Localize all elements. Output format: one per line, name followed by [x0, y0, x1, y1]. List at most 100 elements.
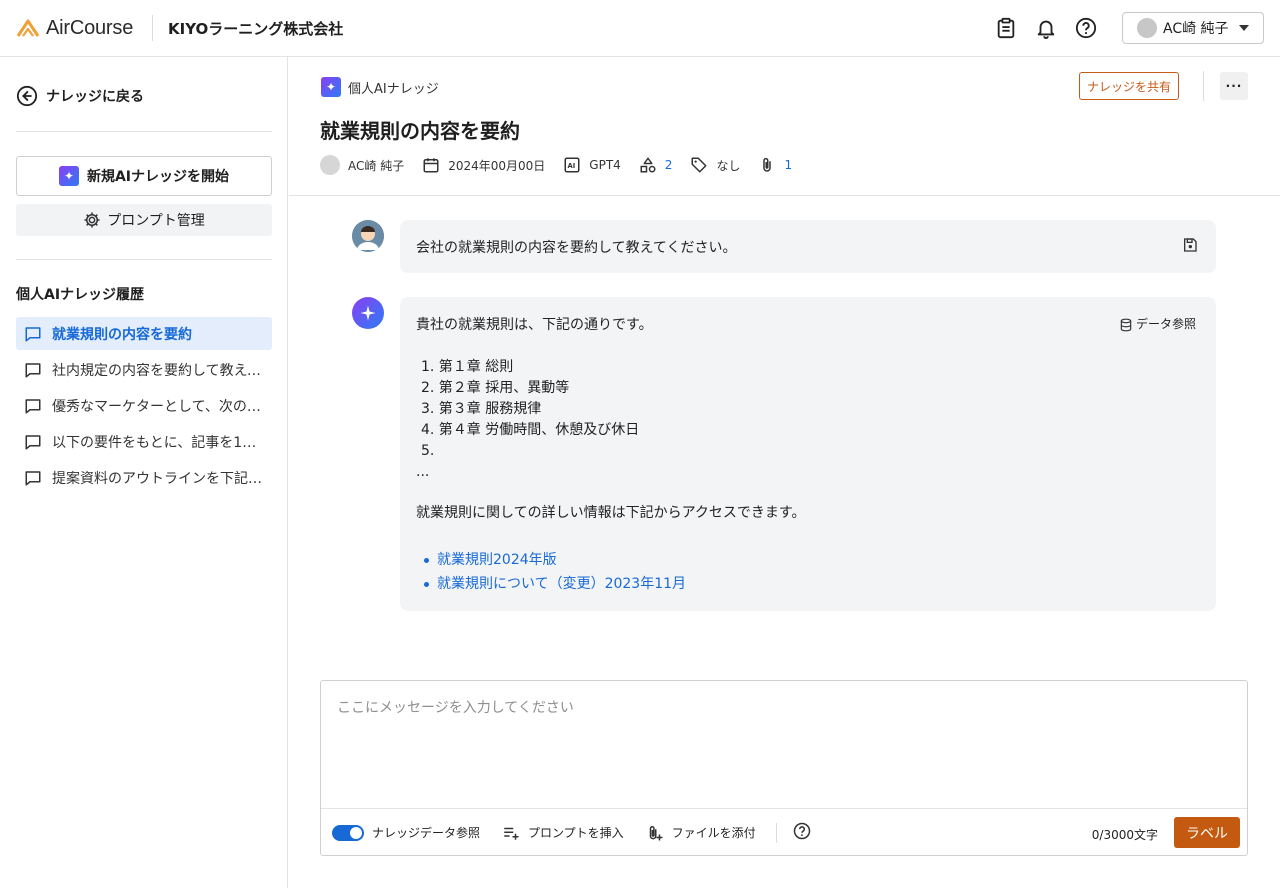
insert-prompt-button[interactable]: プロンプトを挿入	[502, 824, 624, 842]
knowledge-meta: AC崎 純子 2024年00月00日 AI GPT4 2 なし 1	[320, 155, 810, 175]
data-reference-label: データ参照	[1135, 317, 1196, 331]
send-button[interactable]: ラベル	[1174, 817, 1240, 848]
meta-tags: なし	[690, 156, 740, 174]
answer-note: 就業規則に関しての詳しい情報は下記からアクセスできます。	[416, 505, 806, 521]
history-item-label: 提案資料のアウトラインを下記の内容で	[52, 470, 262, 487]
meta-model-text: GPT4	[589, 158, 621, 172]
data-reference-button[interactable]: データ参照	[1119, 314, 1196, 335]
history-item-label: 社内規定の内容を要約して教えてください	[52, 362, 262, 379]
tag-icon	[691, 157, 707, 173]
sparkle-icon: ✦	[321, 77, 341, 97]
share-knowledge-button[interactable]: ナレッジを共有	[1079, 72, 1179, 100]
insert-prompt-label: プロンプトを挿入	[528, 826, 624, 840]
answer-ellipsis: ...	[416, 464, 430, 480]
chat-bubble-icon	[25, 434, 41, 449]
toolbar-divider	[775, 822, 777, 843]
prompt-management-label: プロンプト管理	[107, 213, 205, 229]
history-item-label: 以下の要件をもとに、記事を1000文字で	[52, 434, 262, 451]
meta-date: 2024年00月00日	[422, 156, 545, 174]
meta-date-text: 2024年00月00日	[448, 158, 546, 173]
history-item[interactable]: 以下の要件をもとに、記事を1000文字で	[16, 425, 272, 458]
message-input[interactable]	[321, 681, 1247, 808]
author-name: AC崎 純子	[348, 158, 405, 173]
toggle-switch[interactable]	[332, 824, 364, 841]
new-ai-knowledge-button[interactable]: ✦ 新規AIナレッジを開始	[16, 156, 272, 196]
history-list: 就業規則の内容を要約 社内規定の内容を要約して教えてください 優秀なマーケターと…	[16, 317, 272, 497]
aircourse-logo-icon	[16, 19, 40, 37]
gear-icon	[84, 212, 100, 228]
answer-list-item: 3. 第３章 服務規律	[421, 401, 542, 417]
bell-icon[interactable]	[1034, 16, 1058, 40]
more-options-button[interactable]: ···	[1220, 72, 1248, 100]
chat-bubble-icon	[25, 326, 41, 341]
answer-links: 就業規則2024年版 就業規則について（変更）2023年11月	[416, 548, 1200, 596]
help-icon[interactable]	[793, 822, 811, 843]
user-message: 会社の就業規則の内容を要約して教えてください。	[400, 220, 1216, 273]
chevron-down-icon	[1239, 25, 1249, 31]
main-panel: ✦ 個人AIナレッジ ナレッジを共有 ··· 就業規則の内容を要約 AC崎 純子…	[289, 57, 1280, 888]
answer-list-item: 5.	[421, 443, 435, 459]
breadcrumb-label: 個人AIナレッジ	[348, 81, 439, 97]
answer-list-item: 1. 第１章 総則	[421, 359, 514, 375]
database-icon	[1120, 318, 1132, 331]
history-item-label: 優秀なマーケターとして、次の内容を	[52, 398, 262, 415]
meta-attachments-count[interactable]: 1	[784, 158, 792, 172]
svg-text:AI: AI	[568, 162, 576, 170]
logo[interactable]: AirCourse	[16, 16, 133, 40]
ai-model-icon: AI	[564, 157, 580, 173]
answer-link[interactable]: 就業規則2024年版	[416, 548, 1200, 572]
history-item[interactable]: 優秀なマーケターとして、次の内容を	[16, 389, 272, 422]
history-item-label: 就業規則の内容を要約	[52, 326, 192, 343]
header-divider	[152, 15, 153, 41]
user-name: AC崎 純子	[1163, 21, 1229, 37]
back-label: ナレッジに戻る	[46, 89, 144, 105]
main-divider	[289, 195, 1280, 196]
attach-file-button[interactable]: ファイルを添付	[646, 824, 756, 842]
paperclip-icon	[763, 157, 772, 172]
history-item[interactable]: 社内規定の内容を要約して教えてください	[16, 353, 272, 386]
user-avatar-icon	[352, 220, 384, 252]
ai-message: データ参照 貴社の就業規則は、下記の通りです。 1. 第１章 総則 2. 第２章…	[400, 297, 1216, 611]
meta-attachments[interactable]: 1	[758, 156, 792, 174]
company-name: KIYOラーニング株式会社	[168, 20, 344, 38]
answer-list-item: 4. 第４章 労働時間、休憩及び休日	[421, 422, 640, 438]
user-avatar	[1137, 18, 1157, 38]
user-menu-button[interactable]: AC崎 純子	[1122, 12, 1264, 44]
meta-model: AI GPT4	[563, 156, 621, 174]
meta-groups-count[interactable]: 2	[665, 158, 673, 172]
sidebar-divider	[16, 131, 272, 132]
attach-file-label: ファイルを添付	[671, 826, 756, 840]
chat-bubble-icon	[25, 362, 41, 377]
logo-text: AirCourse	[46, 16, 134, 39]
ai-sparkle-icon	[352, 297, 384, 329]
knowledge-data-toggle[interactable]: ナレッジデータ参照	[332, 824, 480, 841]
back-to-knowledge-link[interactable]: ナレッジに戻る	[16, 85, 144, 107]
history-item[interactable]: 提案資料のアウトラインを下記の内容で	[16, 461, 272, 494]
meta-groups[interactable]: 2	[639, 156, 673, 174]
chat-bubble-icon	[25, 470, 41, 485]
history-title: 個人AIナレッジ履歴	[16, 287, 145, 303]
character-counter: 0/3000文字	[1091, 828, 1158, 842]
header-divider	[1203, 71, 1204, 101]
answer-link[interactable]: 就業規則について（変更）2023年11月	[416, 572, 1200, 596]
page-title: 就業規則の内容を要約	[320, 119, 520, 143]
sidebar: ナレッジに戻る ✦ 新規AIナレッジを開始 プロンプト管理 個人AIナレッジ履歴…	[0, 57, 288, 888]
help-icon[interactable]	[1074, 16, 1098, 40]
save-icon[interactable]	[1182, 237, 1198, 257]
user-message-text: 会社の就業規則の内容を要約して教えてください。	[416, 240, 737, 256]
top-bar: AirCourse KIYOラーニング株式会社 AC崎 純子	[0, 0, 1280, 57]
sparkle-icon: ✦	[58, 166, 79, 186]
history-item[interactable]: 就業規則の内容を要約	[16, 317, 272, 350]
clipboard-icon[interactable]	[994, 16, 1018, 40]
message-composer: ナレッジデータ参照 プロンプトを挿入 ファイルを添付 0/3000文字 ラベル	[320, 680, 1248, 856]
breadcrumb: ✦ 個人AIナレッジ	[321, 77, 439, 97]
new-ai-knowledge-label: 新規AIナレッジを開始	[86, 169, 230, 185]
attach-file-icon	[649, 825, 663, 840]
knowledge-data-toggle-label: ナレッジデータ参照	[372, 826, 481, 840]
prompt-management-button[interactable]: プロンプト管理	[16, 204, 272, 236]
calendar-icon	[423, 158, 439, 173]
answer-intro: 貴社の就業規則は、下記の通りです。	[416, 317, 653, 333]
arrow-left-circle-icon	[16, 85, 38, 107]
meta-author: AC崎 純子	[320, 155, 404, 175]
playlist-add-icon	[504, 827, 519, 840]
